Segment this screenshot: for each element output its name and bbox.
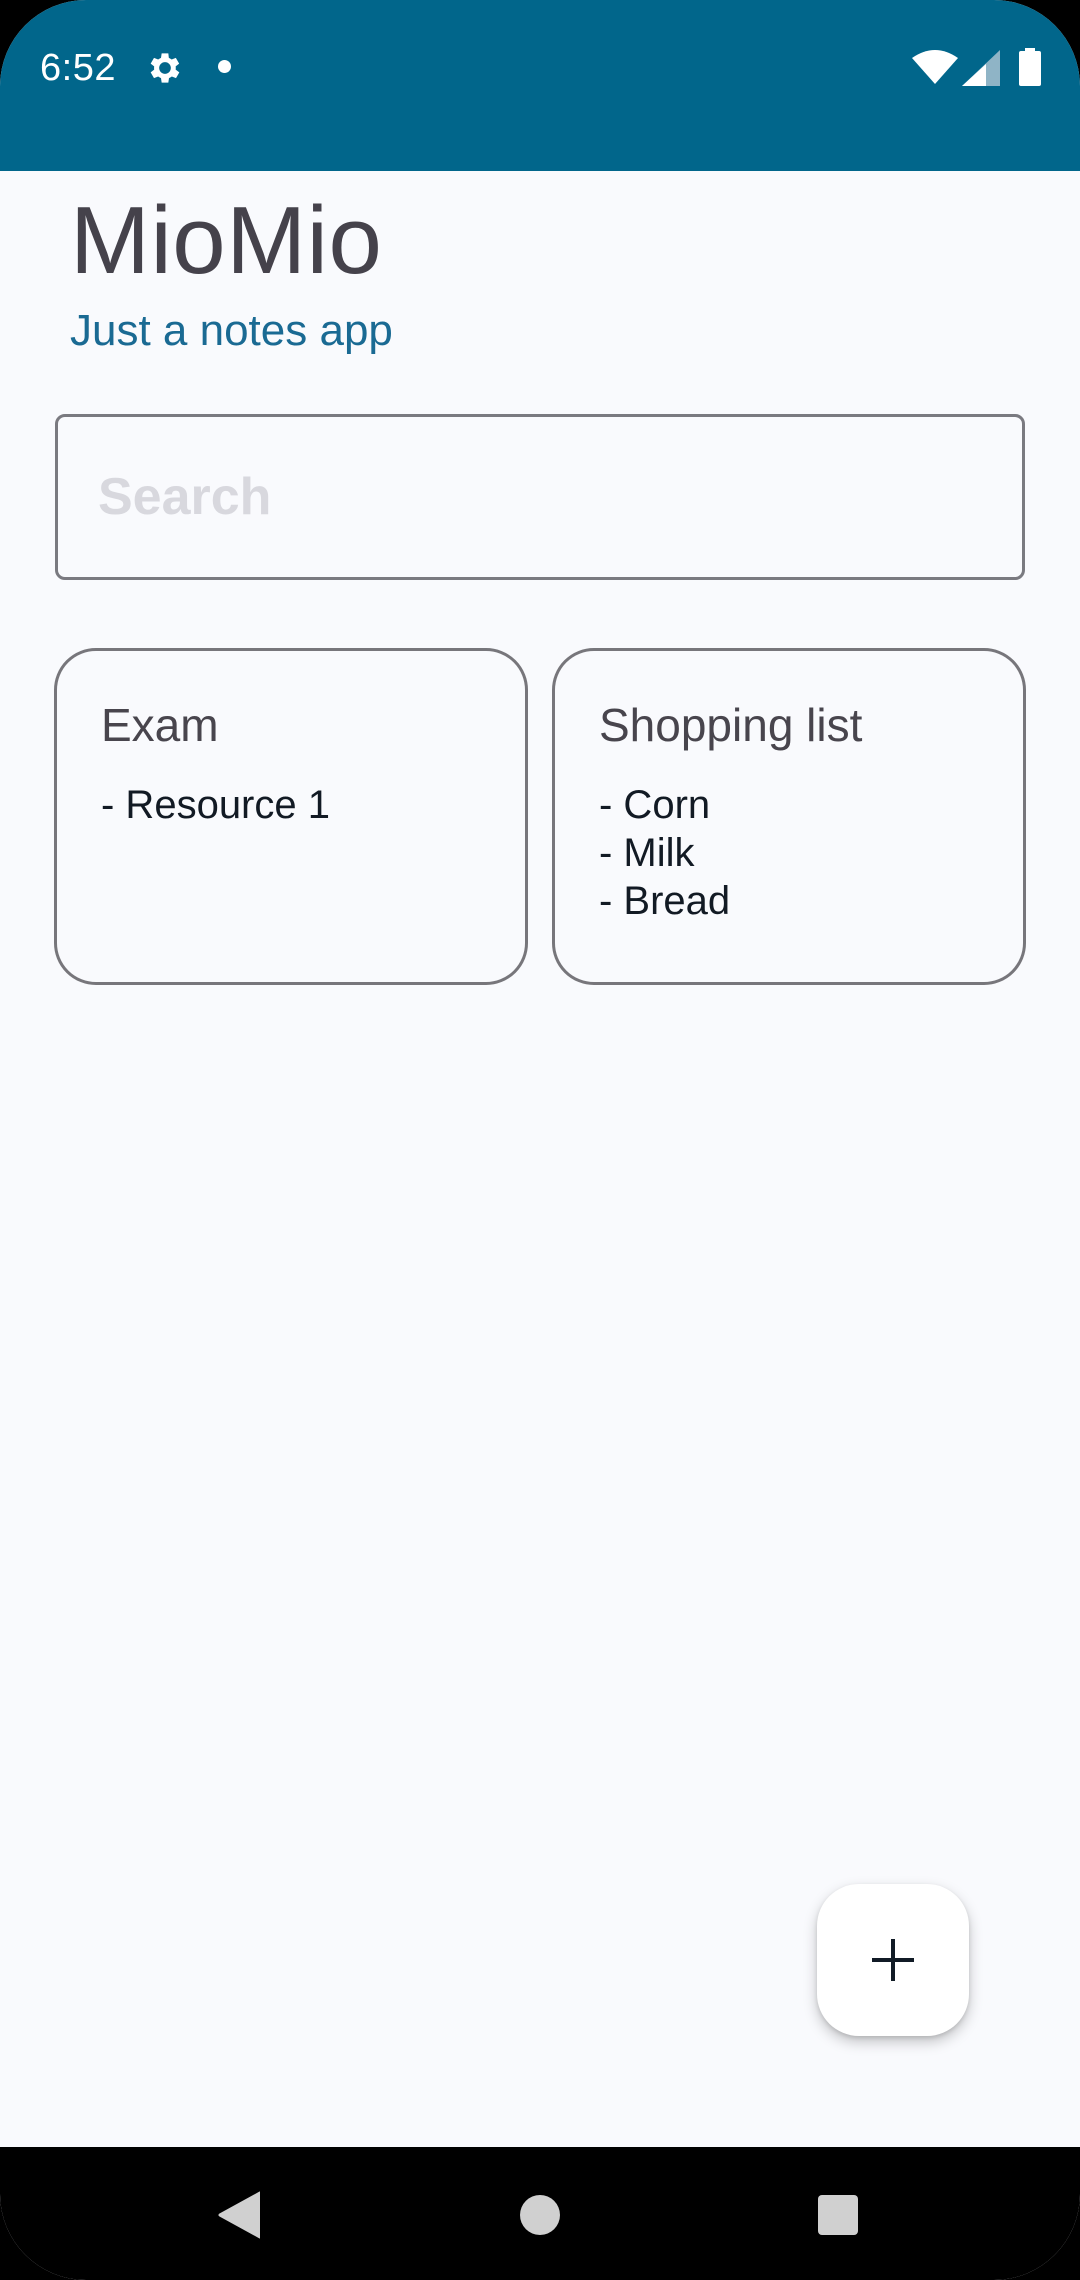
battery-icon	[1019, 48, 1041, 86]
app-subtitle: Just a notes app	[70, 306, 393, 355]
note-line: - Resource 1	[101, 783, 330, 827]
note-body: - Corn - Milk - Bread	[599, 781, 730, 925]
note-title: Exam	[101, 699, 219, 751]
note-line: - Bread	[599, 879, 731, 923]
cell-signal-icon	[962, 50, 1000, 86]
app-title: MioMio	[70, 187, 383, 294]
wifi-icon	[912, 50, 958, 84]
gear-icon	[150, 53, 180, 83]
note-line: - Milk	[599, 831, 695, 875]
status-bar: 6:52	[0, 0, 1080, 171]
note-card[interactable]: Exam - Resource 1	[54, 648, 528, 985]
app-screen: 6:52 MioMio Just a notes app Exam - Reso…	[0, 0, 1080, 2280]
note-title: Shopping list	[599, 699, 863, 751]
note-body: - Resource 1	[101, 781, 330, 829]
note-card[interactable]: Shopping list - Corn - Milk - Bread	[552, 648, 1026, 985]
back-icon[interactable]	[218, 2191, 260, 2239]
recents-icon[interactable]	[818, 2195, 858, 2235]
search-input[interactable]	[98, 457, 978, 537]
status-time: 6:52	[40, 47, 116, 89]
navigation-bar	[0, 2147, 1080, 2280]
plus-icon	[872, 1939, 914, 1981]
add-note-button[interactable]	[817, 1884, 969, 2036]
home-icon[interactable]	[520, 2195, 560, 2235]
notification-dot-icon	[218, 60, 231, 73]
note-line: - Corn	[599, 783, 711, 827]
search-box[interactable]	[55, 414, 1025, 580]
